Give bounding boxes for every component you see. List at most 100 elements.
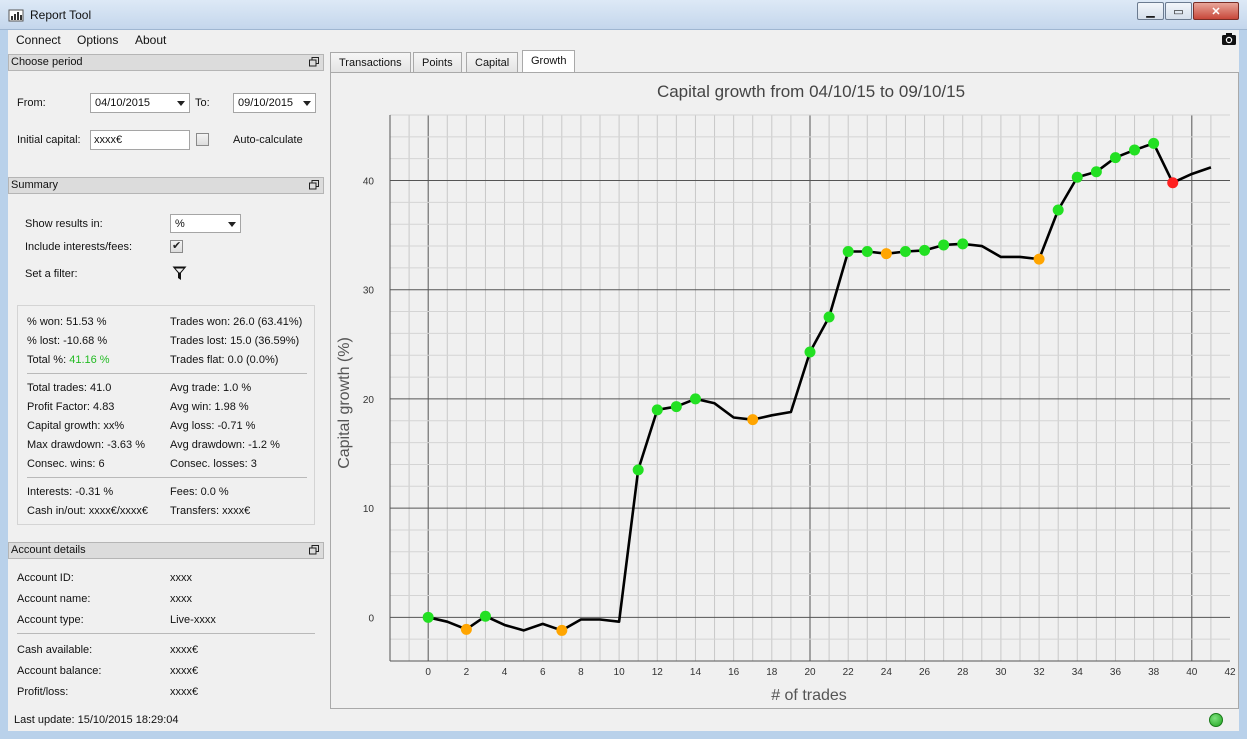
period-header-title: Choose period [11,56,83,68]
results-unit-select[interactable]: % [170,214,241,233]
growth-chart: Capital growth from 04/10/15 to 09/10/15… [336,82,1236,704]
chart-x-tick-label: 22 [843,667,855,678]
status-bar: Last update: 15/10/2015 18:29:04 [8,710,1239,731]
close-icon: ✕ [1211,5,1221,18]
chart-x-tick-label: 6 [540,667,546,678]
tab-points[interactable]: Points [413,52,462,72]
chart-app-icon [8,9,24,22]
include-fees-checkbox[interactable]: ✔ [170,240,183,253]
menu-bar: Connect Options About [8,30,1239,50]
auto-calculate-checkbox[interactable] [196,133,209,146]
chart-x-tick-label: 0 [425,667,431,678]
filter-icon[interactable] [172,266,187,281]
window-titlebar: Report Tool ▁ ▭ ✕ [0,0,1247,30]
chart-x-tick-label: 16 [728,667,740,678]
chart-point-loss [1167,177,1179,189]
chart-point-flat [747,414,759,426]
chart-y-tick-label: 10 [363,504,375,515]
fees: Fees: 0.0 % [170,486,229,498]
to-label: To: [195,97,210,109]
tab-transactions[interactable]: Transactions [330,52,411,72]
summary-panel-header: Summary [8,177,324,194]
chart-point-win [1071,171,1083,183]
chart-x-tick-label: 10 [614,667,626,678]
chart-point-win [1109,152,1121,164]
total-pct-label: Total %: [27,354,67,366]
cash-available-value: xxxx€ [170,644,199,656]
menu-connect[interactable]: Connect [16,33,61,47]
connection-status-icon [1209,713,1223,727]
chart-point-flat [1033,253,1045,265]
undock-icon[interactable] [309,180,319,190]
chart-point-win [1052,204,1064,216]
chart-x-tick-label: 36 [1110,667,1122,678]
client-area: Connect Options About Choose period From… [8,30,1239,731]
tab-growth[interactable]: Growth [522,50,576,73]
chart-x-tick-label: 18 [766,667,778,678]
profit-loss-label: Profit/loss: [17,686,69,698]
account-panel-header: Account details [8,542,324,559]
results-unit-value: % [175,218,185,230]
chart-x-tick-label: 32 [1034,667,1046,678]
chart-point-win [861,246,873,257]
chart-x-tick-label: 34 [1072,667,1084,678]
chart-point-win [842,246,854,257]
cash-available-label: Cash available: [17,644,93,656]
initial-capital-label: Initial capital: [17,134,81,146]
show-results-label: Show results in: [25,218,103,230]
account-name-label: Account name: [17,593,91,605]
won-pct: % won: 51.53 % [27,316,107,328]
trades-lost: Trades lost: 15.0 (36.59%) [170,335,300,347]
interests: Interests: -0.31 % [27,486,114,498]
avg-trade: Avg trade: 1.0 % [170,382,252,394]
separator [27,373,307,374]
undock-icon[interactable] [309,545,319,555]
chart-x-tick-label: 24 [881,667,893,678]
chart-point-win [651,404,663,416]
chart-y-tick-label: 20 [363,395,375,406]
account-type-value: Live-xxxx [170,614,216,626]
to-date-value: 09/10/2015 [238,97,294,109]
chart-point-win [823,311,835,323]
cash-in-out: Cash in/out: xxxx€/xxxx€ [27,505,149,517]
maximize-icon: ▭ [1173,5,1184,18]
chart-point-win [422,611,434,623]
avg-win: Avg win: 1.98 % [170,401,249,413]
chart-point-flat [556,624,568,636]
summary-header-title: Summary [11,179,59,191]
auto-calculate-label: Auto-calculate [233,134,303,146]
camera-icon[interactable] [1221,31,1237,47]
account-type-label: Account type: [17,614,84,626]
chevron-down-icon [177,101,185,106]
avg-loss: Avg loss: -0.71 % [170,420,256,432]
chart-point-win [899,246,911,257]
chart-point-win [689,393,701,405]
chart-x-tick-label: 12 [652,667,664,678]
chevron-down-icon [303,101,311,106]
chart-point-win [1090,166,1102,178]
chart-point-win [919,244,931,256]
account-id-value: xxxx [170,572,192,584]
window-title: Report Tool [30,8,92,22]
chart-point-flat [880,248,892,260]
total-pct: Total %: 41.16 % [27,354,110,366]
menu-about[interactable]: About [135,33,166,47]
to-date-select[interactable]: 09/10/2015 [233,93,316,113]
separator [27,477,307,478]
minimize-button[interactable]: ▁ [1137,2,1164,20]
from-date-select[interactable]: 04/10/2015 [90,93,190,113]
undock-icon[interactable] [309,57,319,67]
chart-title: Capital growth from 04/10/15 to 09/10/15 [657,82,965,101]
chevron-down-icon [228,222,236,227]
maximize-button[interactable]: ▭ [1165,2,1192,20]
initial-capital-value: xxxx€ [94,134,123,146]
chart-y-tick-label: 40 [363,177,375,188]
account-id-label: Account ID: [17,572,74,584]
chart-x-tick-label: 8 [578,667,584,678]
initial-capital-input[interactable]: xxxx€ [90,130,190,150]
close-button[interactable]: ✕ [1193,2,1239,20]
chart-point-win [632,464,644,476]
tab-capital[interactable]: Capital [466,52,519,72]
max-drawdown: Max drawdown: -3.63 % [27,439,145,451]
menu-options[interactable]: Options [77,33,118,47]
